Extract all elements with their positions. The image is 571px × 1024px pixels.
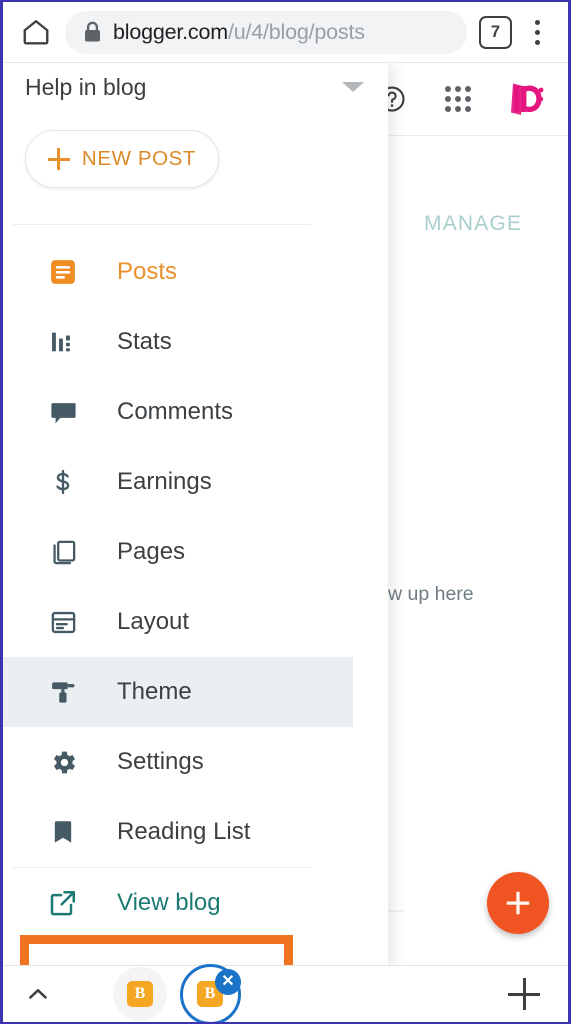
lock-icon [83, 21, 102, 43]
sidebar-item-posts[interactable]: Posts [3, 237, 388, 307]
empty-state-text: w up here [388, 583, 474, 605]
menu-dot [534, 19, 540, 25]
tab-count-label: 7 [490, 22, 501, 41]
address-bar[interactable]: blogger.com/u/4/blog/posts [65, 10, 467, 54]
grid-dot [464, 105, 471, 112]
menu-dot [534, 39, 540, 45]
settings-gear-icon [47, 746, 79, 778]
sidebar-item-label: Theme [117, 678, 192, 705]
new-post-fab[interactable] [487, 872, 549, 934]
web-page-viewport: MANAGE w up here Help in blog NEW POST P… [3, 63, 568, 969]
blogger-tab-letter: B [204, 985, 216, 1002]
bookmark-icon [47, 816, 79, 848]
sidebar-item-label: Pages [117, 538, 186, 565]
browser-bottom-toolbar: B B ✕ [3, 963, 568, 1023]
grid-dot [445, 95, 452, 103]
plus-icon [506, 891, 530, 915]
grid-dot [464, 95, 471, 103]
close-icon[interactable]: ✕ [215, 968, 241, 995]
sidebar-item-label: Comments [117, 398, 234, 425]
sidebar-item-view-blog[interactable]: View blog [3, 868, 388, 938]
blogger-tab-letter: B [134, 985, 146, 1002]
drawer-divider [13, 224, 311, 225]
new-post-button[interactable]: NEW POST [25, 130, 219, 188]
sidebar-item-earnings[interactable]: Earnings [3, 447, 388, 517]
theme-icon [47, 676, 79, 708]
sidebar-item-label: Layout [117, 608, 190, 635]
close-glyph: ✕ [221, 972, 235, 990]
grid-dot [445, 86, 452, 93]
url-host: blogger.com [113, 19, 228, 44]
home-icon[interactable] [15, 11, 57, 53]
sidebar-item-comments[interactable]: Comments [3, 377, 388, 447]
earnings-icon [47, 466, 79, 498]
apps-grid-dots [445, 86, 471, 112]
grid-dot [445, 105, 452, 112]
browser-tab-active[interactable]: B ✕ [179, 963, 241, 1022]
sidebar-item-label: Posts [117, 258, 178, 285]
external-link-icon [47, 887, 79, 919]
sidebar-item-settings[interactable]: Settings [3, 727, 388, 797]
chevron-down-icon [342, 82, 364, 92]
grid-dot [454, 95, 462, 103]
sidebar-item-theme[interactable]: Theme [3, 657, 353, 727]
sidebar-item-label: Reading List [117, 818, 251, 845]
apps-grid-icon[interactable] [438, 79, 478, 119]
blog-title-label: Help in blog [25, 73, 147, 100]
comments-icon [47, 396, 79, 428]
url-path: /u/4/blog/posts [227, 19, 365, 44]
browser-tab-inactive[interactable]: B [111, 966, 169, 1023]
plus-icon [47, 148, 70, 170]
stats-icon [47, 326, 79, 358]
sidebar-item-layout[interactable]: Layout [3, 587, 388, 657]
blog-selector-dropdown[interactable]: Help in blog [3, 63, 388, 111]
tab-counter-button[interactable]: 7 [479, 15, 512, 49]
sidebar-item-stats[interactable]: Stats [3, 307, 388, 377]
user-avatar[interactable] [504, 76, 550, 122]
layout-icon [47, 606, 79, 638]
pages-icon [47, 536, 79, 568]
sidebar-item-label: Stats [117, 328, 172, 355]
sidebar-item-label: Earnings [117, 468, 212, 495]
menu-dot [534, 29, 540, 35]
grid-dot [464, 86, 471, 93]
browser-toolbar: blogger.com/u/4/blog/posts 7 [3, 2, 568, 63]
three-dot-menu-icon[interactable] [520, 12, 554, 52]
sidebar-item-label: Settings [117, 748, 204, 775]
manage-tab-label[interactable]: MANAGE [424, 212, 522, 236]
new-tab-button[interactable] [502, 972, 546, 1016]
new-post-label: NEW POST [81, 147, 197, 170]
url-text: blogger.com/u/4/blog/posts [113, 20, 365, 45]
sidebar-item-label: View blog [117, 889, 221, 916]
navigation-drawer: Help in blog NEW POST Posts Stats Commen… [3, 63, 388, 969]
posts-icon [47, 256, 79, 288]
drawer-nav-list: Posts Stats Comments Earnings Pages Layo… [3, 237, 388, 938]
sidebar-item-pages[interactable]: Pages [3, 517, 388, 587]
grid-dot [454, 105, 462, 112]
blogger-tab-icon: B [127, 981, 153, 1007]
phone-screenshot: blogger.com/u/4/blog/posts 7 MANAGE w up… [0, 0, 571, 1024]
sidebar-item-reading-list[interactable]: Reading List [3, 797, 388, 867]
grid-dot [454, 86, 462, 93]
chevron-up-icon[interactable] [3, 966, 73, 1023]
